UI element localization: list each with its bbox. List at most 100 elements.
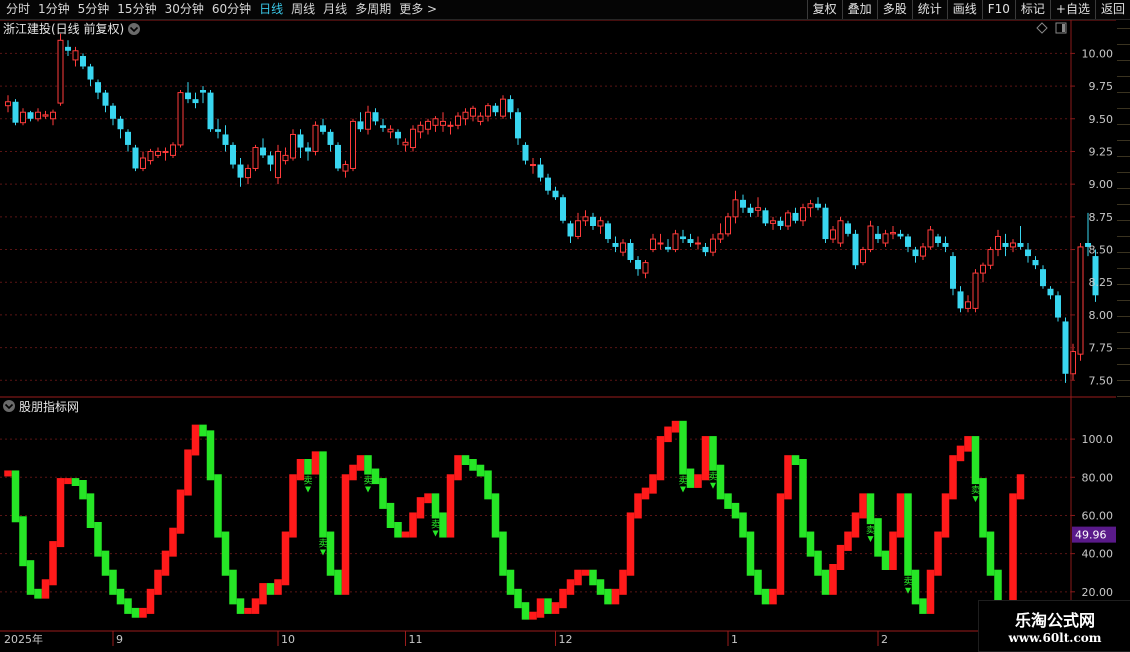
- main-menu-icon[interactable]: [128, 23, 140, 35]
- candle: [837, 216, 844, 247]
- indicator-step: [281, 531, 290, 586]
- period-tab-8[interactable]: 月线: [319, 0, 351, 19]
- candle-body: [545, 177, 551, 191]
- candle: [965, 295, 971, 313]
- toolbar-button-6[interactable]: 标记: [1014, 0, 1050, 19]
- candle: [1002, 233, 1009, 257]
- indicator-step: [26, 560, 35, 595]
- ribbon-mark: [1117, 396, 1130, 413]
- indicator-step: [184, 449, 192, 496]
- down-arrow-icon: [680, 486, 686, 493]
- candle-body: [200, 90, 206, 93]
- main-panel-title: 浙江建投(日线 前复权): [3, 21, 124, 36]
- candle-body: [417, 124, 424, 133]
- indicator-step: [154, 569, 162, 595]
- period-tab-7[interactable]: 周线: [287, 0, 319, 19]
- candle: [927, 226, 934, 250]
- price-tick-label: 8.25: [1089, 276, 1114, 289]
- indicator-step: [911, 569, 920, 605]
- toolbar-button-2[interactable]: 多股: [876, 0, 912, 19]
- toolbar-button-3[interactable]: 统计: [911, 0, 947, 19]
- diamond-icon[interactable]: [1036, 22, 1048, 34]
- panel-labels: 浙江建投(日线 前复权) 股朋指标网: [3, 21, 1067, 414]
- indicator-step: [334, 569, 342, 595]
- indicator-step: [619, 569, 627, 595]
- period-tab-3[interactable]: 15分钟: [113, 0, 160, 19]
- indicator-step: [671, 420, 680, 433]
- toolbar-button-1[interactable]: 叠加: [841, 0, 877, 19]
- toolbar-button-8[interactable]: 返回: [1094, 0, 1130, 19]
- indicator-step: [236, 598, 245, 614]
- price-tick-label: 8.50: [1089, 244, 1114, 257]
- indicator-step: [139, 607, 147, 618]
- indicator-step: [304, 459, 312, 475]
- candle-body: [1047, 288, 1054, 296]
- price-tick-label: 10.00: [1082, 47, 1114, 60]
- indicator-step: [349, 464, 357, 481]
- candle: [957, 286, 964, 313]
- period-tab-10[interactable]: 更多 >: [395, 0, 441, 19]
- candle: [200, 86, 206, 104]
- side-ribbon: [1116, 20, 1130, 650]
- candle: [687, 233, 694, 247]
- candle: [387, 125, 394, 139]
- candle: [672, 229, 679, 253]
- period-tab-4[interactable]: 30分钟: [161, 0, 208, 19]
- toolbar-button-4[interactable]: 画线: [946, 0, 982, 19]
- candle: [455, 112, 461, 130]
- candle-body: [72, 50, 79, 61]
- watermark-title: 乐淘公式网: [1014, 611, 1095, 630]
- indicator-step: [926, 569, 935, 614]
- period-tab-9[interactable]: 多周期: [351, 0, 395, 19]
- period-tab-1[interactable]: 1分钟: [34, 0, 74, 19]
- candle: [102, 90, 109, 113]
- candle-body: [995, 235, 1001, 251]
- candle: [192, 92, 199, 109]
- indicator-menu-icon[interactable]: [3, 400, 15, 412]
- panel-toggle-icon-fill: [1062, 24, 1065, 32]
- indicator-step: [626, 512, 635, 576]
- indicator-step: [964, 436, 972, 452]
- candle: [785, 210, 791, 230]
- indicator-step: [289, 474, 297, 538]
- candle: [252, 144, 259, 172]
- period-tabs: 分时 1分钟 5分钟 15分钟 30分钟 60分钟 日线 周线 月线 多周期 更多 >: [2, 0, 441, 19]
- candle: [425, 118, 431, 135]
- candle: [515, 108, 521, 145]
- candle-body: [215, 129, 221, 132]
- kline-chart[interactable]: 卖卖卖卖卖 卖卖卖卖 10.009.759.509.259.008.758.508…: [0, 20, 1116, 650]
- period-tab-5[interactable]: 60分钟: [208, 0, 255, 19]
- candle-body: [642, 262, 649, 274]
- period-tab-6[interactable]: 日线: [255, 0, 287, 19]
- candle-body: [860, 249, 866, 264]
- candle: [320, 118, 326, 135]
- candle: [110, 103, 116, 126]
- candle-body: [5, 101, 11, 107]
- candle: [567, 220, 574, 243]
- period-tab-2[interactable]: 5分钟: [74, 0, 114, 19]
- candle: [50, 109, 56, 126]
- candle-body: [867, 225, 874, 251]
- candle: [80, 53, 86, 70]
- indicator-step: [491, 493, 500, 538]
- candle-body: [612, 243, 619, 247]
- toolbar-button-7[interactable]: +自选: [1049, 0, 1095, 19]
- toolbar-button-0[interactable]: 复权: [806, 0, 842, 19]
- indicator-tick-label: 100.0: [1082, 433, 1114, 446]
- indicator-step: [559, 588, 567, 609]
- period-tab-0[interactable]: 分时: [2, 0, 34, 19]
- indicator-step: [896, 493, 905, 538]
- indicator-step: [776, 493, 785, 595]
- candle: [237, 158, 244, 187]
- time-tick-label: 1: [731, 633, 738, 646]
- indicator-step: [979, 478, 987, 538]
- candle-body: [672, 233, 679, 251]
- indicator-step: [176, 489, 185, 534]
- candle-body: [110, 105, 116, 119]
- toolbar-button-5[interactable]: F10: [981, 0, 1015, 19]
- sell-signal-label: 卖: [431, 519, 440, 530]
- indicator-step: [484, 470, 492, 500]
- candle-body: [567, 223, 574, 237]
- indicator-step: [589, 569, 597, 586]
- candle: [582, 210, 589, 226]
